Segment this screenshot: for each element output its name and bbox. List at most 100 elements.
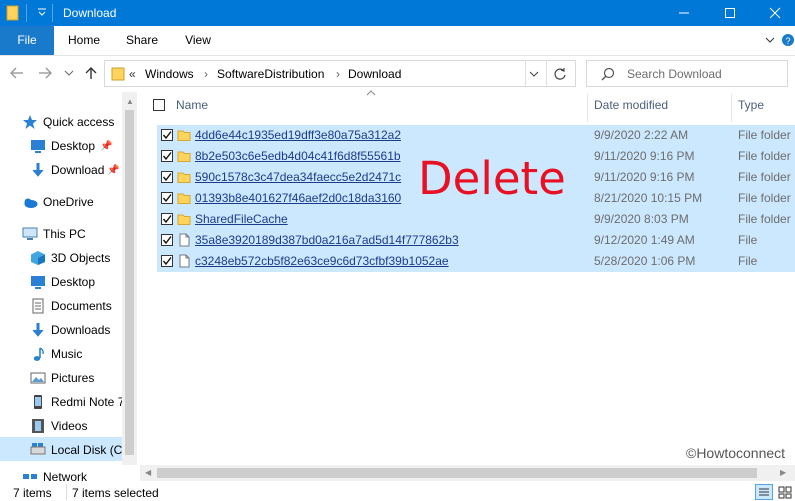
forward-arrow-icon[interactable]	[36, 64, 54, 82]
nav-label: Redmi Note 7	[51, 395, 122, 409]
row-checkbox[interactable]	[161, 150, 173, 162]
file-name[interactable]: SharedFileCache	[195, 212, 288, 226]
breadcrumb-windows[interactable]: Windows	[145, 67, 194, 81]
status-bar: 7 items 7 items selected	[0, 483, 795, 501]
scroll-up-icon[interactable]: ▲	[126, 97, 134, 106]
file-row[interactable]: 35a8e3920189d387bd0a216a7ad5d14f777862b3…	[157, 230, 795, 251]
file-date-modified: 5/28/2020 1:06 PM	[594, 254, 696, 268]
drive-icon	[30, 443, 46, 455]
tab-file[interactable]: File	[0, 26, 54, 55]
file-date-modified: 9/11/2020 9:16 PM	[594, 149, 695, 163]
file-name[interactable]: 35a8e3920189d387bd0a216a7ad5d14f777862b3	[195, 233, 459, 247]
file-name[interactable]: 01393b8e401627f46aef2d0c18da3160	[195, 191, 401, 205]
picture-icon	[30, 372, 46, 384]
column-header-type[interactable]: Type	[738, 98, 764, 112]
close-button[interactable]	[752, 0, 795, 26]
nav-scrollbar-thumb[interactable]	[125, 110, 134, 455]
address-bar[interactable]: « Windows › SoftwareDistribution › Downl…	[104, 60, 576, 87]
file-date-modified: 8/21/2020 10:15 PM	[594, 191, 703, 205]
status-item-count: 7 items	[13, 486, 52, 500]
music-note-icon	[33, 347, 44, 361]
nav-label: OneDrive	[43, 195, 94, 209]
search-box[interactable]: Search Download	[586, 60, 788, 87]
nav-3d-objects[interactable]: 3D Objects	[30, 247, 110, 269]
row-checkbox[interactable]	[161, 234, 173, 246]
file-name[interactable]: 4dd6e44c1935ed19dff3e80a75a312a2	[195, 128, 401, 142]
scroll-right-icon[interactable]: ▶	[780, 468, 786, 477]
ribbon-expand-icon[interactable]	[764, 35, 776, 45]
nav-label: This PC	[43, 227, 86, 241]
nav-label: Documents	[51, 299, 112, 313]
recent-locations-icon[interactable]	[60, 64, 78, 82]
nav-videos[interactable]: Videos	[30, 415, 87, 437]
refresh-icon[interactable]	[553, 67, 567, 81]
nav-label: Download	[51, 163, 105, 177]
document-icon	[32, 298, 44, 314]
details-view-button[interactable]	[755, 484, 773, 500]
breadcrumb-separator-icon[interactable]: ›	[336, 67, 340, 81]
nav-downloads[interactable]: Downloads	[30, 319, 110, 341]
nav-this-pc[interactable]: This PC	[22, 223, 86, 245]
file-type: File folder	[738, 170, 791, 184]
nav-quick-access[interactable]: Quick access	[22, 111, 114, 133]
address-overflow[interactable]: «	[129, 67, 136, 81]
file-type: File folder	[738, 149, 791, 163]
file-type: File folder	[738, 191, 791, 205]
film-icon	[32, 419, 44, 433]
large-icons-view-button[interactable]	[777, 484, 793, 500]
file-type: File folder	[738, 128, 791, 142]
folder-icon	[177, 149, 191, 163]
file-row[interactable]: SharedFileCache 9/9/2020 8:03 PM File fold…	[157, 209, 795, 230]
nav-documents[interactable]: Documents	[30, 295, 112, 317]
file-name[interactable]: c3248eb572cb5f82e63ce9c6d73cfbf39b1052ae	[195, 254, 449, 268]
maximize-button[interactable]	[707, 0, 753, 26]
desktop-icon	[31, 140, 45, 153]
nav-downloads-pinned[interactable]: Download 📌	[30, 159, 120, 181]
back-arrow-icon[interactable]	[8, 64, 26, 82]
search-input[interactable]: Search Download	[627, 67, 722, 81]
tab-share[interactable]: Share	[120, 26, 164, 55]
file-row[interactable]: 4dd6e44c1935ed19dff3e80a75a312a2 9/9/2020…	[157, 125, 795, 146]
address-dropdown-icon[interactable]	[528, 69, 540, 79]
file-row[interactable]: c3248eb572cb5f82e63ce9c6d73cfbf39b1052ae…	[157, 251, 795, 272]
download-arrow-icon	[32, 323, 44, 337]
row-checkbox[interactable]	[161, 213, 173, 225]
file-name[interactable]: 8b2e503c6e5edb4d04c41f6d8f55561b	[195, 149, 401, 163]
nav-music[interactable]: Music	[30, 343, 82, 365]
file-name[interactable]: 590c1578c3c47dea34faecc5e2d2471c	[195, 170, 401, 184]
nav-redmi-note[interactable]: Redmi Note 7	[30, 391, 122, 413]
column-header-date-modified[interactable]: Date modified	[594, 98, 668, 112]
help-icon[interactable]: ?	[781, 33, 795, 47]
row-checkbox[interactable]	[161, 171, 173, 183]
up-arrow-icon[interactable]	[82, 64, 100, 82]
nav-label: Quick access	[43, 115, 115, 129]
nav-network[interactable]: Network	[22, 470, 87, 482]
nav-desktop-pinned[interactable]: Desktop 📌	[30, 135, 112, 157]
row-checkbox[interactable]	[161, 255, 173, 267]
breadcrumb-separator-icon[interactable]: ›	[204, 67, 208, 81]
search-icon	[601, 67, 615, 81]
breadcrumb-download[interactable]: Download	[348, 67, 401, 81]
select-all-checkbox[interactable]	[153, 99, 165, 111]
file-type: File folder	[738, 212, 791, 226]
minimize-button[interactable]	[661, 0, 707, 26]
nav-desktop[interactable]: Desktop	[30, 271, 95, 293]
file-icon	[177, 233, 191, 247]
cloud-icon	[24, 198, 38, 208]
download-arrow-icon	[32, 163, 44, 177]
scroll-left-icon[interactable]: ◀	[145, 468, 151, 477]
quick-access-toolbar-chevron-icon[interactable]	[36, 7, 48, 19]
tab-home[interactable]: Home	[62, 26, 106, 55]
row-checkbox[interactable]	[161, 129, 173, 141]
row-checkbox[interactable]	[161, 192, 173, 204]
nav-pictures[interactable]: Pictures	[30, 367, 94, 389]
nav-scrollbar[interactable]: ▲	[122, 92, 137, 465]
horizontal-scrollbar[interactable]: ◀ ▶	[140, 465, 795, 481]
horizontal-scrollbar-thumb[interactable]	[157, 468, 757, 478]
nav-onedrive[interactable]: OneDrive	[22, 191, 94, 213]
tab-view[interactable]: View	[176, 26, 220, 55]
file-type: File	[738, 254, 758, 268]
breadcrumb-softwaredistribution[interactable]: SoftwareDistribution	[217, 67, 324, 81]
column-header-name[interactable]: Name	[176, 98, 208, 112]
nav-local-disk[interactable]: Local Disk (C:)	[30, 439, 122, 461]
